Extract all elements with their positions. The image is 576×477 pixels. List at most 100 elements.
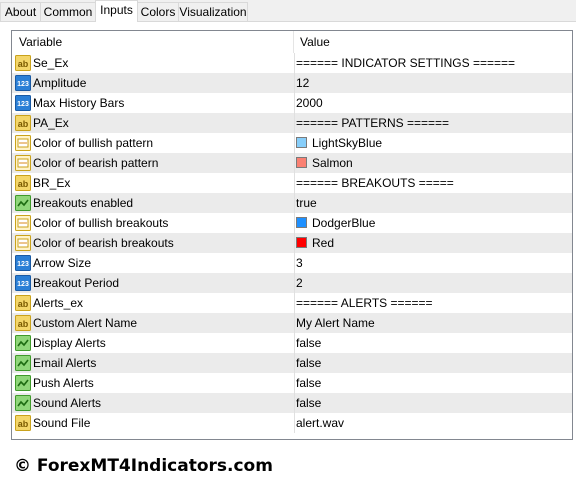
- table-header: Variable Value: [12, 31, 572, 53]
- color-swatch[interactable]: [296, 137, 307, 148]
- variable-value[interactable]: false: [296, 373, 321, 393]
- variable-name: Color of bearish breakouts: [33, 236, 174, 250]
- table-row[interactable]: Color of bearish breakouts Red: [12, 233, 572, 253]
- table-row[interactable]: Email Alerts false: [12, 353, 572, 373]
- tab-colors[interactable]: Colors: [137, 2, 179, 21]
- table-row[interactable]: ab Sound File alert.wav: [12, 413, 572, 433]
- column-header-variable[interactable]: Variable: [12, 31, 294, 53]
- variable-value[interactable]: 12: [296, 73, 309, 93]
- table-row[interactable]: Color of bullish pattern LightSkyBlue: [12, 133, 572, 153]
- table-row[interactable]: Sound Alerts false: [12, 393, 572, 413]
- table-row[interactable]: 123 Breakout Period 2: [12, 273, 572, 293]
- svg-text:ab: ab: [18, 119, 29, 129]
- variable-value[interactable]: ====== INDICATOR SETTINGS ======: [296, 53, 515, 73]
- inputs-table[interactable]: Variable Value ab Se_Ex ====== INDICATOR S…: [11, 30, 573, 440]
- integer-123-icon: 123: [15, 75, 31, 91]
- tab-bar: About Common Inputs Colors Visualization: [0, 0, 576, 22]
- variable-value[interactable]: Red: [312, 233, 334, 253]
- table-row[interactable]: ab Alerts_ex ====== ALERTS ======: [12, 293, 572, 313]
- table-row[interactable]: Breakouts enabled true: [12, 193, 572, 213]
- column-divider: [294, 333, 295, 353]
- color-icon: [15, 215, 31, 231]
- color-swatch[interactable]: [296, 217, 307, 228]
- variable-value[interactable]: 3: [296, 253, 303, 273]
- variable-value[interactable]: alert.wav: [296, 413, 344, 433]
- string-ab-icon: ab: [15, 295, 31, 311]
- svg-text:ab: ab: [18, 179, 29, 189]
- string-ab-icon: ab: [15, 415, 31, 431]
- column-divider: [294, 413, 295, 433]
- table-row[interactable]: 123 Amplitude 12: [12, 73, 572, 93]
- tab-inputs[interactable]: Inputs: [95, 0, 138, 22]
- tab-visualization[interactable]: Visualization: [178, 2, 248, 21]
- table-row[interactable]: Display Alerts false: [12, 333, 572, 353]
- svg-text:ab: ab: [18, 319, 29, 329]
- variable-name: Amplitude: [33, 76, 87, 90]
- variable-value[interactable]: LightSkyBlue: [312, 133, 382, 153]
- variable-value[interactable]: true: [296, 193, 317, 213]
- variable-value[interactable]: 2: [296, 273, 303, 293]
- column-divider: [294, 293, 295, 313]
- boolean-icon: [15, 395, 31, 411]
- boolean-icon: [15, 335, 31, 351]
- variable-name: Arrow Size: [33, 256, 92, 270]
- variable-name: Email Alerts: [33, 356, 97, 370]
- column-divider: [294, 173, 295, 193]
- variable-name: Breakout Period: [33, 276, 120, 290]
- variable-value[interactable]: DodgerBlue: [312, 213, 375, 233]
- variable-name: Breakouts enabled: [33, 196, 134, 210]
- variable-name: PA_Ex: [33, 116, 69, 130]
- column-divider: [294, 153, 295, 173]
- variable-name: Max History Bars: [33, 96, 125, 110]
- tab-common[interactable]: Common: [40, 2, 96, 21]
- color-swatch[interactable]: [296, 237, 307, 248]
- table-row[interactable]: Color of bullish breakouts DodgerBlue: [12, 213, 572, 233]
- column-divider: [294, 393, 295, 413]
- tab-about[interactable]: About: [0, 2, 41, 21]
- table-row[interactable]: ab Se_Ex ====== INDICATOR SETTINGS ======: [12, 53, 572, 73]
- integer-123-icon: 123: [15, 275, 31, 291]
- variable-value[interactable]: 2000: [296, 93, 323, 113]
- variable-value[interactable]: ====== BREAKOUTS =====: [296, 173, 454, 193]
- column-header-value[interactable]: Value: [294, 31, 572, 53]
- variable-name: Color of bearish pattern: [33, 156, 159, 170]
- column-divider: [294, 73, 295, 93]
- table-row[interactable]: ab PA_Ex ====== PATTERNS ======: [12, 113, 572, 133]
- svg-text:ab: ab: [18, 419, 29, 429]
- variable-value[interactable]: Salmon: [312, 153, 353, 173]
- variable-name: Push Alerts: [33, 376, 94, 390]
- svg-text:123: 123: [17, 281, 29, 288]
- variable-value[interactable]: ====== PATTERNS ======: [296, 113, 449, 133]
- column-divider: [294, 373, 295, 393]
- variable-value[interactable]: false: [296, 333, 321, 353]
- variable-name: Color of bullish breakouts: [33, 216, 169, 230]
- watermark-text: © ForexMT4Indicators.com: [14, 456, 273, 476]
- svg-text:123: 123: [17, 101, 29, 108]
- table-row[interactable]: 123 Max History Bars 2000: [12, 93, 572, 113]
- table-row[interactable]: ab BR_Ex ====== BREAKOUTS =====: [12, 173, 572, 193]
- table-rows: ab Se_Ex ====== INDICATOR SETTINGS ====== 1…: [12, 53, 572, 433]
- table-row[interactable]: ab Custom Alert Name My Alert Name: [12, 313, 572, 333]
- boolean-icon: [15, 355, 31, 371]
- variable-name: Sound Alerts: [33, 396, 102, 410]
- variable-value[interactable]: false: [296, 353, 321, 373]
- table-row[interactable]: Push Alerts false: [12, 373, 572, 393]
- boolean-icon: [15, 375, 31, 391]
- table-row[interactable]: 123 Arrow Size 3: [12, 253, 572, 273]
- svg-text:123: 123: [17, 81, 29, 88]
- boolean-icon: [15, 195, 31, 211]
- integer-123-icon: 123: [15, 95, 31, 111]
- variable-value[interactable]: ====== ALERTS ======: [296, 293, 433, 313]
- variable-name: Alerts_ex: [33, 296, 84, 310]
- color-icon: [15, 135, 31, 151]
- column-divider: [294, 353, 295, 373]
- variable-value[interactable]: My Alert Name: [296, 313, 375, 333]
- table-row[interactable]: Color of bearish pattern Salmon: [12, 153, 572, 173]
- variable-value[interactable]: false: [296, 393, 321, 413]
- color-swatch[interactable]: [296, 157, 307, 168]
- column-divider: [294, 213, 295, 233]
- variable-name: Color of bullish pattern: [33, 136, 154, 150]
- variable-name: Custom Alert Name: [33, 316, 138, 330]
- column-divider: [294, 113, 295, 133]
- svg-text:123: 123: [17, 261, 29, 268]
